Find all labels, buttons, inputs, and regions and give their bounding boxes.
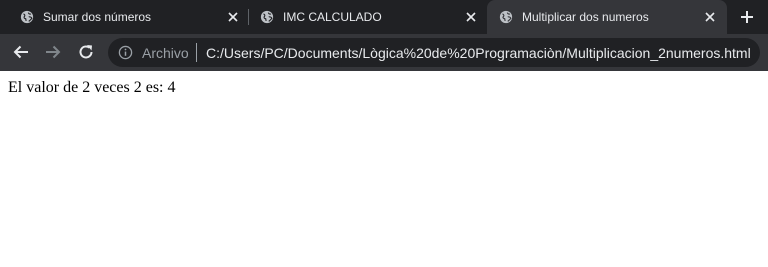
browser-window: Sumar dos números IMC CALCULADO Multipli… xyxy=(0,0,768,267)
security-label: Archivo xyxy=(142,45,189,61)
tab-title: IMC CALCULADO xyxy=(283,10,382,24)
tab-imc[interactable]: IMC CALCULADO xyxy=(248,0,486,34)
result-text: El valor de 2 veces 2 es: 4 xyxy=(8,79,176,96)
globe-icon xyxy=(260,10,274,24)
info-icon[interactable] xyxy=(118,45,133,60)
tab-strip: Sumar dos números IMC CALCULADO Multipli… xyxy=(0,0,768,34)
tab-title: Multiplicar dos numeros xyxy=(522,10,649,24)
address-bar[interactable]: Archivo C:/Users/PC/Documents/Lògica%20d… xyxy=(108,38,760,67)
close-icon[interactable] xyxy=(704,11,716,23)
close-icon[interactable] xyxy=(227,11,239,23)
arrow-right-icon[interactable] xyxy=(44,43,62,61)
page-content: El valor de 2 veces 2 es: 4 xyxy=(0,71,768,267)
tab-title: Sumar dos números xyxy=(43,10,152,24)
globe-icon xyxy=(499,10,513,24)
arrow-left-icon[interactable] xyxy=(12,43,30,61)
reload-icon[interactable] xyxy=(77,43,95,61)
close-icon[interactable] xyxy=(465,11,477,23)
omnibox-divider xyxy=(196,43,197,62)
url-text[interactable]: C:/Users/PC/Documents/Lògica%20de%20Prog… xyxy=(206,45,751,61)
new-tab-icon[interactable] xyxy=(738,8,756,26)
toolbar: Archivo C:/Users/PC/Documents/Lògica%20d… xyxy=(0,34,768,71)
tab-multiplicar[interactable]: Multiplicar dos numeros xyxy=(487,0,727,34)
tab-sumar[interactable]: Sumar dos números xyxy=(8,0,247,34)
globe-icon xyxy=(20,10,34,24)
